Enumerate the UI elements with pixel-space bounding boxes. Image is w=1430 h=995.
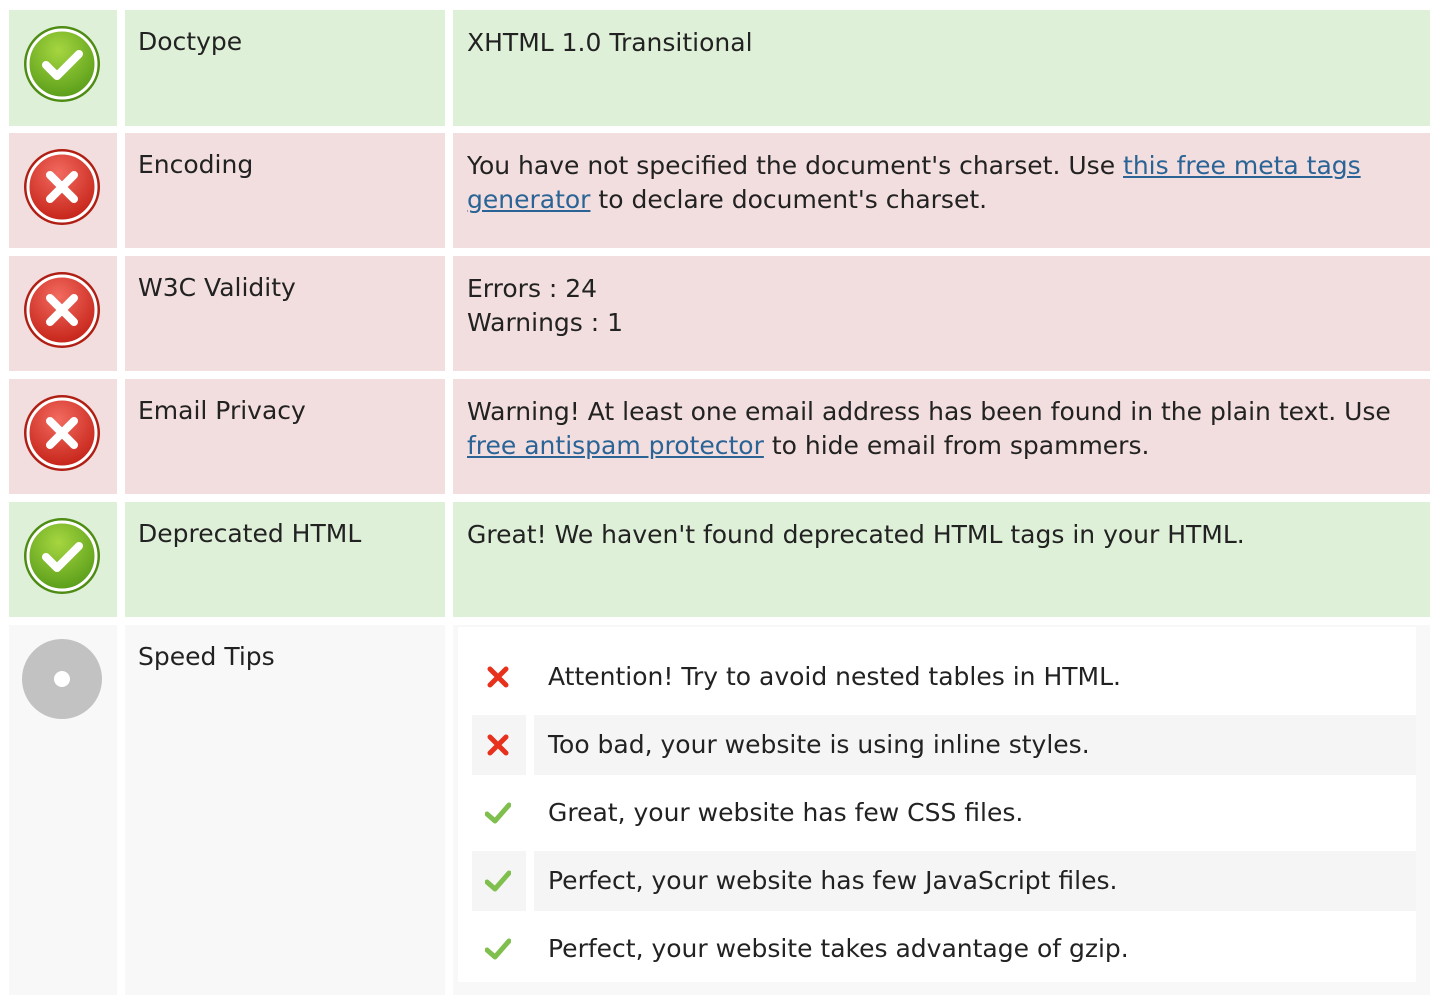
report-row-deprecated-html: Deprecated HTML Great! We haven't found … [9,502,1430,617]
success-check-icon [22,516,102,596]
row-value: XHTML 1.0 Transitional [453,10,1430,126]
error-cross-icon [22,393,102,473]
check-icon [472,919,526,979]
speed-tip-item: Too bad, your website is using inline st… [472,715,1416,775]
neutral-info-icon [22,639,102,719]
error-cross-icon [22,270,102,350]
value-text: Warning! At least one email address has … [467,397,1391,426]
speed-tip-item: Perfect, your website has few JavaScript… [472,851,1416,911]
speed-tip-text: Great, your website has few CSS files. [548,798,1024,827]
value-text: to declare document's charset. [590,185,988,214]
row-label: Doctype [125,10,445,126]
check-icon [472,851,526,911]
row-label: Speed Tips [125,625,445,995]
error-cross-icon [22,147,102,227]
row-value: Errors : 24 Warnings : 1 [453,256,1430,371]
row-value: Warning! At least one email address has … [453,379,1430,494]
check-icon [472,783,526,843]
report-row-doctype: Doctype XHTML 1.0 Transitional [9,10,1430,126]
warnings-count: Warnings : 1 [467,308,624,337]
value-text: to hide email from spammers. [763,431,1150,460]
cross-icon [472,647,526,707]
speed-tip-item: Perfect, your website takes advantage of… [472,919,1416,979]
row-label: Email Privacy [125,379,445,494]
speed-tip-text: Too bad, your website is using inline st… [534,715,1416,775]
speed-tip-text: Perfect, your website takes advantage of… [548,934,1129,963]
report-row-w3c-validity: W3C Validity Errors : 24 Warnings : 1 [9,256,1430,371]
report-row-email-privacy: Email Privacy Warning! At least one emai… [9,379,1430,494]
errors-count: Errors : 24 [467,274,598,303]
speed-tip-text: Perfect, your website has few JavaScript… [534,851,1416,911]
value-text: You have not specified the document's ch… [467,151,1124,180]
report-row-encoding: Encoding You have not specified the docu… [9,133,1430,248]
antispam-protector-link[interactable]: free antispam protector [467,431,764,460]
speed-tips-list: Attention! Try to avoid nested tables in… [458,627,1416,982]
row-label: Deprecated HTML [125,502,445,617]
row-value: Great! We haven't found deprecated HTML … [453,502,1430,617]
cross-icon [472,715,526,775]
success-check-icon [22,24,102,104]
speed-tip-text: Attention! Try to avoid nested tables in… [548,662,1121,691]
row-label: Encoding [125,133,445,248]
row-label: W3C Validity [125,256,445,371]
row-value: You have not specified the document's ch… [453,133,1430,248]
speed-tip-item: Great, your website has few CSS files. [472,783,1416,843]
speed-tip-item: Attention! Try to avoid nested tables in… [472,647,1416,707]
